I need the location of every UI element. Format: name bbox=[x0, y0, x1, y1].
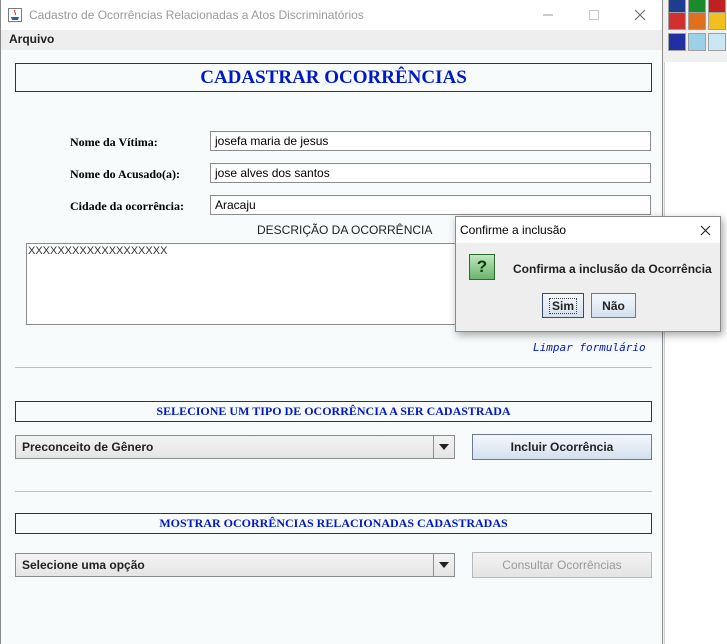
question-icon: ? bbox=[469, 254, 495, 280]
consulta-selected: Selecione uma opção bbox=[22, 558, 145, 572]
close-button[interactable] bbox=[617, 0, 663, 30]
minimize-icon bbox=[543, 14, 553, 16]
chevron-down-icon bbox=[439, 444, 449, 450]
window-titlebar[interactable]: Cadastro de Ocorrências Relacionadas a A… bbox=[1, 0, 662, 30]
palette-swatch[interactable] bbox=[708, 33, 726, 51]
palette-swatch[interactable] bbox=[708, 12, 726, 30]
sim-button[interactable]: Sim bbox=[542, 293, 584, 318]
incluir-ocorrencia-button[interactable]: Incluir Ocorrência bbox=[472, 434, 652, 460]
acusado-field[interactable]: jose alves dos santos bbox=[210, 163, 651, 183]
nao-button-label: Não bbox=[602, 298, 625, 313]
tipo-ocorrencia-selected: Preconceito de Gênero bbox=[22, 440, 154, 454]
nao-button[interactable]: Não bbox=[591, 293, 636, 318]
dialog-title: Confirme a inclusão bbox=[460, 223, 567, 237]
vitima-label: Nome da Vítima: bbox=[70, 135, 158, 149]
tipo-ocorrencia-combobox[interactable]: Preconceito de Gênero bbox=[15, 435, 455, 459]
sim-button-label: Sim bbox=[548, 297, 578, 314]
acusado-label: Nome do Acusado(a): bbox=[70, 167, 180, 181]
palette-swatch[interactable] bbox=[668, 33, 686, 51]
palette-swatch[interactable] bbox=[668, 12, 686, 30]
confirm-dialog: Confirme a inclusão ? Confirma a inclusã… bbox=[455, 216, 721, 332]
descricao-label: DESCRIÇÃO DA OCORRÊNCIA bbox=[257, 223, 433, 237]
close-icon bbox=[700, 225, 710, 235]
maximize-icon bbox=[589, 10, 599, 20]
paint-canvas[interactable] bbox=[664, 62, 727, 644]
cidade-label: Cidade da ocorrência: bbox=[70, 199, 184, 213]
dialog-message: Confirma a inclusão da Ocorrência bbox=[513, 262, 712, 276]
mostrar-section-header: MOSTRAR OCORRÊNCIAS RELACIONADAS CADASTR… bbox=[15, 513, 652, 534]
dialog-close-button[interactable] bbox=[696, 221, 714, 239]
consulta-dropdown-arrow[interactable] bbox=[433, 554, 454, 576]
java-app-icon bbox=[8, 8, 22, 22]
palette-swatch[interactable] bbox=[688, 33, 706, 51]
separator bbox=[15, 491, 652, 492]
menu-bar: Arquivo bbox=[1, 30, 662, 50]
consulta-combobox[interactable]: Selecione uma opção bbox=[15, 553, 455, 577]
page-title: CADASTRAR OCORRÊNCIAS bbox=[15, 63, 652, 92]
tipo-dropdown-arrow[interactable] bbox=[433, 436, 454, 458]
form-panel: CADASTRAR OCORRÊNCIAS Nome da Vítima: jo… bbox=[1, 50, 662, 644]
maximize-button[interactable] bbox=[571, 0, 617, 30]
minimize-button[interactable] bbox=[525, 0, 571, 30]
chevron-down-icon bbox=[439, 562, 449, 568]
palette-swatch[interactable] bbox=[688, 12, 706, 30]
separator bbox=[15, 367, 652, 368]
consultar-ocorrencias-button: Consultar Ocorrências bbox=[472, 552, 652, 578]
cidade-field[interactable]: Aracaju bbox=[210, 195, 651, 215]
close-icon bbox=[634, 9, 646, 21]
dialog-titlebar[interactable]: Confirme a inclusão bbox=[456, 217, 720, 243]
color-palette bbox=[664, 0, 727, 54]
tipo-section-header: SELECIONE UM TIPO DE OCORRÊNCIA A SER CA… bbox=[15, 401, 652, 422]
vitima-field[interactable]: josefa maria de jesus bbox=[210, 131, 651, 151]
window-title: Cadastro de Ocorrências Relacionadas a A… bbox=[29, 8, 364, 22]
limpar-formulario-link[interactable]: Limpar formulário bbox=[533, 341, 646, 354]
menu-arquivo[interactable]: Arquivo bbox=[9, 32, 54, 46]
